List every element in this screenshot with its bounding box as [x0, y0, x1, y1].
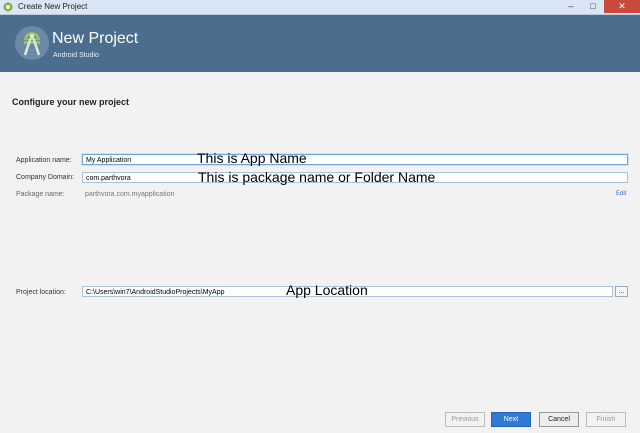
company-domain-label: Company Domain: [16, 174, 74, 181]
dialog-footer: Previous Next Cancel Finish [0, 405, 640, 433]
previous-button[interactable]: Previous [445, 412, 485, 427]
banner-subtitle: Android Studio [53, 52, 99, 59]
maximize-button[interactable]: □ [582, 0, 604, 13]
package-name-label: Package name: [16, 191, 65, 198]
finish-button[interactable]: Finish [586, 412, 626, 427]
android-studio-icon [3, 2, 13, 12]
edit-package-link[interactable]: Edit [616, 191, 626, 197]
banner-title: New Project [52, 30, 139, 47]
main-content: Configure your new project Application n… [0, 73, 640, 405]
header-banner: New Project Android Studio [0, 15, 640, 72]
minimize-button[interactable]: – [560, 0, 582, 13]
browse-button[interactable]: ... [615, 286, 628, 297]
app-name-label: Application name: [16, 157, 72, 164]
android-studio-logo-icon [15, 26, 49, 60]
window-titlebar: Create New Project – □ ✕ [0, 0, 640, 15]
package-annotation: This is package name or Folder Name [198, 169, 436, 185]
project-location-label: Project location: [16, 289, 66, 296]
app-name-input[interactable]: My Application [82, 154, 628, 165]
package-name-value: parthvora.com.myapplication [85, 191, 175, 198]
cancel-button[interactable]: Cancel [539, 412, 579, 427]
location-annotation: App Location [286, 282, 368, 298]
next-button[interactable]: Next [491, 412, 531, 427]
app-name-annotation: This is App Name [197, 150, 307, 166]
window-title: Create New Project [18, 2, 88, 11]
close-button[interactable]: ✕ [604, 0, 640, 13]
page-title: Configure your new project [12, 97, 130, 107]
